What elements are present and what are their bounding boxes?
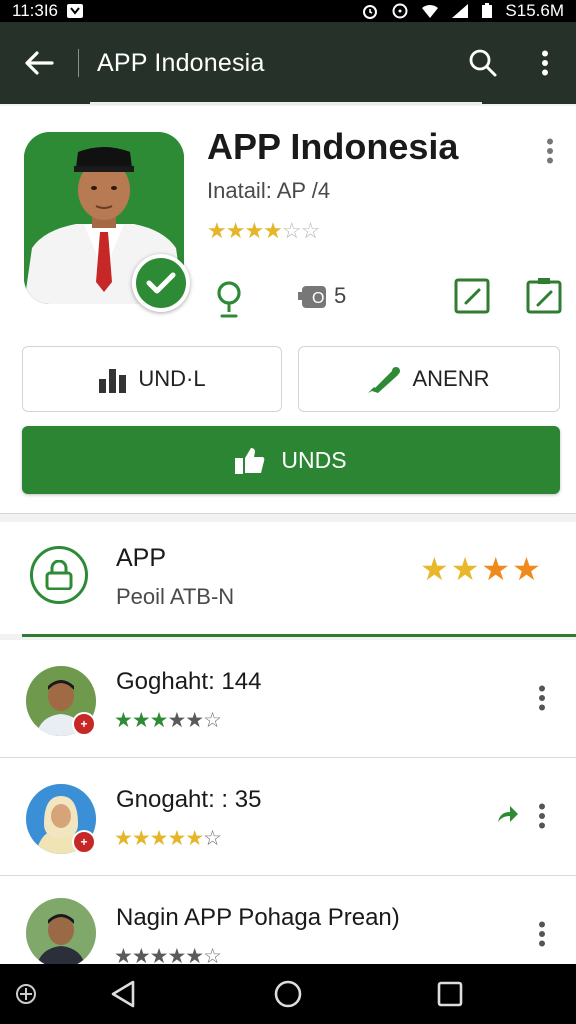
signal-icon bbox=[452, 4, 469, 18]
status-bar: 11:3I6 S15.6M bbox=[0, 0, 576, 22]
download-count-glyph: O bbox=[312, 290, 324, 307]
overflow-menu-button[interactable] bbox=[514, 22, 576, 104]
overflow-menu-icon bbox=[539, 921, 545, 947]
app-section[interactable]: APP Peoil ATB-N ★★★★ bbox=[0, 522, 576, 634]
nav-extra-button[interactable] bbox=[8, 976, 44, 1012]
status-storage: S15.6M bbox=[505, 1, 564, 20]
lock-badge bbox=[30, 546, 88, 604]
stats-button-label: UND·L bbox=[138, 366, 206, 391]
alarm-icon bbox=[363, 5, 378, 19]
pen-icon bbox=[368, 367, 401, 393]
section-divider bbox=[22, 634, 576, 637]
back-arrow-icon bbox=[25, 51, 54, 75]
review-item[interactable]: + Goghaht: 144 ★★★★★☆ bbox=[0, 640, 576, 758]
review-author: Nagin APP Pohaga Prean) bbox=[116, 904, 400, 931]
app-meta-row: O 5 bbox=[212, 276, 562, 320]
app-bar-divider bbox=[78, 49, 79, 77]
app-more-button[interactable] bbox=[536, 136, 564, 166]
home-circle-icon bbox=[274, 980, 302, 1008]
app-bar: APP Indonesia bbox=[0, 22, 576, 104]
back-triangle-icon bbox=[111, 980, 135, 1008]
review-more-button[interactable] bbox=[530, 800, 554, 832]
primary-action-label: UNDS bbox=[281, 446, 347, 473]
clock-icon bbox=[392, 3, 408, 19]
box-icon: O bbox=[298, 286, 326, 308]
search-icon bbox=[469, 49, 497, 77]
overflow-menu-icon bbox=[539, 803, 545, 829]
bar-chart-icon bbox=[99, 369, 127, 393]
primary-action-button[interactable]: UNDS bbox=[22, 426, 560, 494]
review-item[interactable]: Nagin APP Pohaga Prean) ★★★★★☆ bbox=[0, 876, 576, 968]
review-more-button[interactable] bbox=[530, 918, 554, 950]
avatar-badge: + bbox=[72, 830, 96, 854]
avatar bbox=[26, 898, 96, 968]
download-count-value: 5 bbox=[334, 283, 347, 308]
review-item[interactable]: + Gnogaht: : 35 ★★★★★☆ bbox=[0, 758, 576, 876]
back-button[interactable] bbox=[0, 22, 78, 104]
nav-home-button[interactable] bbox=[270, 976, 306, 1012]
stats-button[interactable]: UND·L bbox=[22, 346, 282, 412]
search-button[interactable] bbox=[452, 22, 514, 104]
nav-recents-button[interactable] bbox=[432, 976, 468, 1012]
avatar-badge: + bbox=[72, 712, 96, 736]
review-stars: ★★★★★☆ bbox=[114, 709, 222, 732]
clipboard-edit-icon[interactable] bbox=[524, 276, 564, 316]
verified-check-icon bbox=[146, 272, 176, 294]
edit-icon[interactable] bbox=[452, 276, 492, 316]
overflow-menu-icon bbox=[539, 685, 545, 711]
notification-icon bbox=[67, 4, 84, 18]
wifi-icon bbox=[422, 4, 439, 18]
overflow-menu-icon bbox=[547, 138, 553, 164]
review-stars: ★★★★★☆ bbox=[114, 827, 222, 850]
section-rating-stars: ★★★★ bbox=[420, 551, 543, 587]
answer-button[interactable]: ANENR bbox=[298, 346, 560, 412]
share-icon[interactable] bbox=[496, 802, 520, 826]
location-pin-icon[interactable] bbox=[212, 278, 246, 318]
review-author: Gnogaht: : 35 bbox=[116, 786, 262, 813]
crosshair-icon bbox=[16, 984, 36, 1004]
thumbs-up-icon bbox=[235, 448, 265, 474]
nav-back-button[interactable] bbox=[105, 976, 141, 1012]
app-bar-tab-indicator bbox=[90, 102, 482, 105]
app-name: APP Indonesia bbox=[207, 126, 459, 167]
recents-square-icon bbox=[437, 981, 463, 1007]
overflow-menu-icon bbox=[542, 50, 548, 76]
app-bar-title: APP Indonesia bbox=[97, 48, 265, 77]
answer-button-label: ANENR bbox=[412, 366, 490, 391]
section-subtitle: Peoil ATB-N bbox=[116, 584, 235, 609]
lock-icon bbox=[45, 560, 73, 590]
download-count: O 5 bbox=[298, 280, 346, 312]
app-rating-stars: ★★★★☆☆ bbox=[207, 218, 320, 243]
install-info: Inatail: AP /4 bbox=[207, 178, 331, 203]
app-header-card: APP Indonesia Inatail: AP /4 ★★★★☆☆ O 5 … bbox=[0, 106, 576, 514]
verified-badge bbox=[132, 254, 190, 312]
battery-icon bbox=[482, 3, 493, 18]
section-title: APP bbox=[116, 544, 167, 572]
system-navigation-bar bbox=[0, 964, 576, 1024]
status-time: 11:3I6 bbox=[12, 1, 59, 20]
review-author: Goghaht: 144 bbox=[116, 668, 262, 695]
review-more-button[interactable] bbox=[530, 682, 554, 714]
